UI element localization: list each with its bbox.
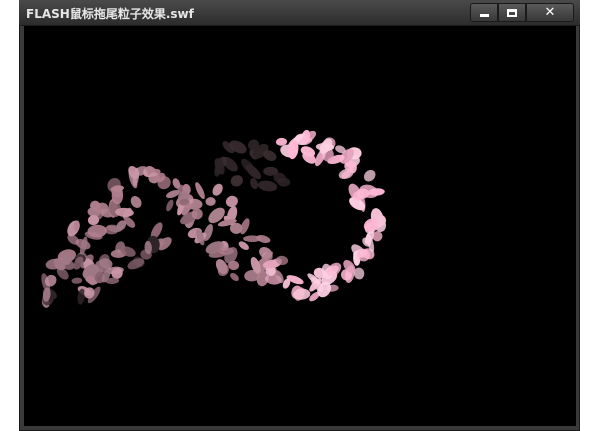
maximize-button[interactable] bbox=[498, 3, 526, 22]
particle-trail-canvas bbox=[41, 129, 387, 308]
petal-particle bbox=[71, 277, 83, 284]
petal-particle bbox=[130, 196, 142, 208]
petal-particle bbox=[257, 180, 278, 192]
petal-particle bbox=[166, 199, 174, 212]
minimize-button[interactable] bbox=[470, 3, 498, 22]
maximize-icon bbox=[507, 8, 517, 17]
flash-stage[interactable] bbox=[24, 26, 576, 426]
petal-particle bbox=[225, 195, 238, 208]
petal-particle bbox=[230, 272, 239, 282]
petal-particle bbox=[363, 169, 376, 182]
title-bar[interactable]: FLASH鼠标拖尾粒子效果.swf ✕ bbox=[19, 0, 580, 26]
minimize-icon bbox=[479, 14, 489, 17]
close-button[interactable]: ✕ bbox=[526, 3, 574, 22]
petal-particle bbox=[275, 137, 288, 146]
window-title: FLASH鼠标拖尾粒子效果.swf bbox=[26, 7, 194, 21]
petal-particle bbox=[195, 182, 205, 200]
petal-particle bbox=[230, 175, 243, 187]
close-icon: ✕ bbox=[544, 5, 556, 20]
flash-player-window: FLASH鼠标拖尾粒子效果.swf ✕ bbox=[0, 0, 605, 431]
petal-particle bbox=[67, 220, 80, 237]
petal-particle bbox=[256, 235, 271, 243]
petal-particle bbox=[212, 183, 223, 196]
petal-particle bbox=[205, 197, 216, 206]
